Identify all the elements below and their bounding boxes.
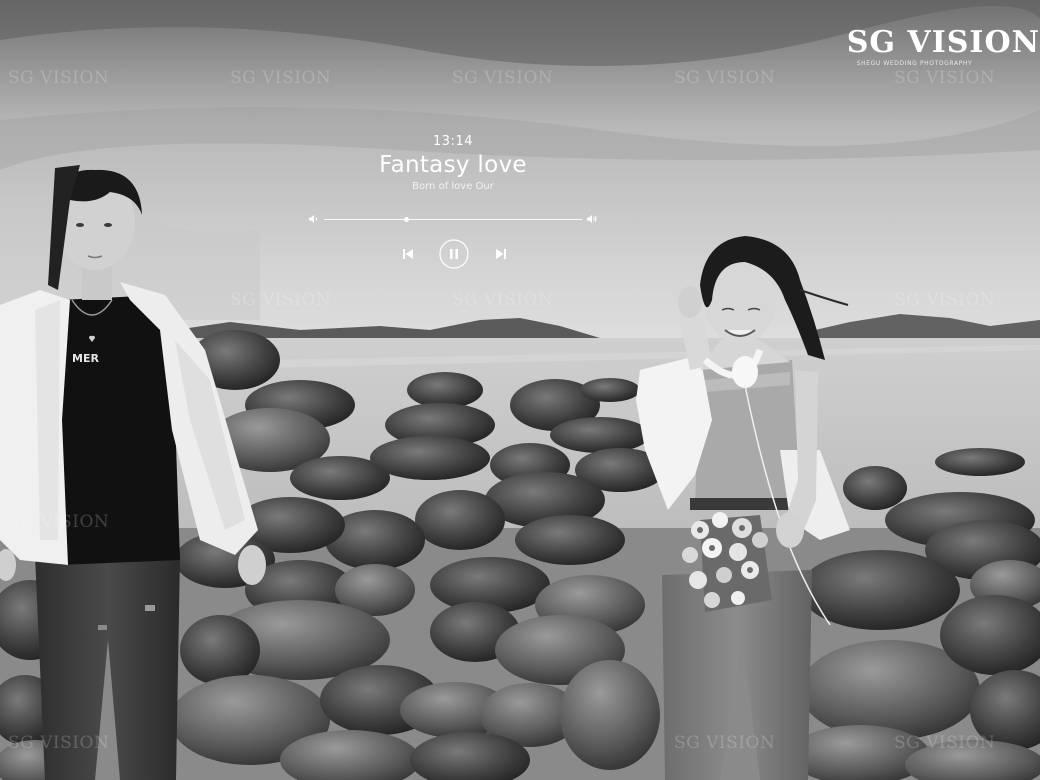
pause-button[interactable] <box>439 239 469 269</box>
brand-logo: SG VISION SHEGU WEDDING PHOTOGRAPHY <box>846 25 1040 68</box>
song-artist: Born of love Our <box>412 181 494 192</box>
progress-track[interactable] <box>324 219 582 220</box>
progress-knob[interactable] <box>404 217 410 222</box>
music-player: 13:14 Fantasy love Born of love Our <box>308 134 598 274</box>
next-track-button[interactable] <box>494 247 508 261</box>
brand-title: SG VISION <box>846 25 1040 60</box>
beach-couple-photo: MER <box>0 0 1040 780</box>
song-title: Fantasy love <box>379 152 527 178</box>
brand-subtitle: SHEGU WEDDING PHOTOGRAPHY <box>856 60 973 67</box>
clock-time: 13:14 <box>433 134 473 149</box>
volume-low-icon[interactable] <box>308 214 320 224</box>
wedding-photo-screen: MER SG VISION SHEGU WEDDING PHOTOGRAPHY … <box>0 0 1040 780</box>
volume-high-icon[interactable] <box>586 214 598 224</box>
shirt-print: MER <box>72 352 99 365</box>
previous-track-button[interactable] <box>401 247 415 261</box>
